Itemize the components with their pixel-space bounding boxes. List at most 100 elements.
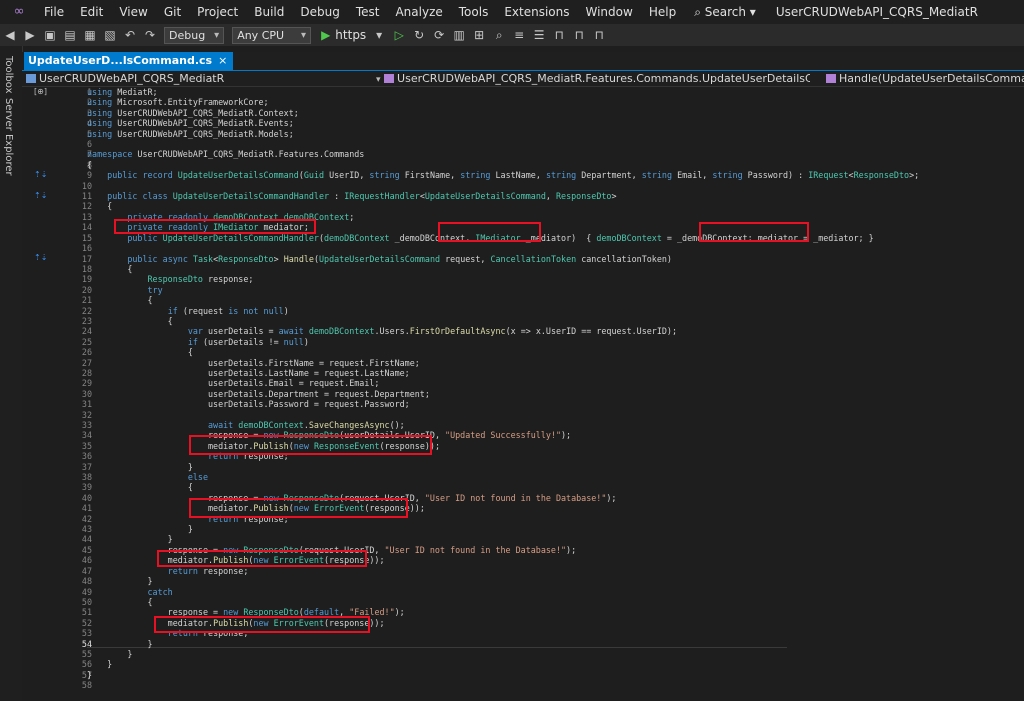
code-line[interactable]: userDetails.FirstName = request.FirstNam… [87,358,1017,368]
code-line[interactable]: { [87,295,1017,305]
code-line[interactable]: userDetails.Password = request.Password; [87,399,1017,409]
menu-extensions[interactable]: Extensions [496,5,577,19]
member-dropdown[interactable]: Handle(UpdateUserDetailsCommand request, [826,71,1024,86]
tab-update-user-details-command[interactable]: UpdateUserD...lsCommand.cs × [24,52,234,70]
save-icon[interactable]: ▦ [83,27,97,43]
code-line[interactable]: userDetails.Email = request.Email; [87,378,1017,388]
menu-view[interactable]: View [111,5,155,19]
code-line[interactable]: { [87,160,1017,170]
code-line[interactable]: { [87,264,1017,274]
code-line[interactable]: public class UpdateUserDetailsCommandHan… [87,191,1017,201]
code-line[interactable]: catch [87,587,1017,597]
code-line[interactable]: if (request is not null) [87,306,1017,316]
code-line[interactable]: } [87,462,1017,472]
menu-file[interactable]: File [36,5,72,19]
platform-select[interactable]: Any CPU [232,26,312,44]
code-line[interactable]: using MediatR; [87,87,1017,97]
menu-project[interactable]: Project [189,5,246,19]
code-line[interactable]: public UpdateUserDetailsCommandHandler(d… [87,233,1017,243]
code-line[interactable]: var userDetails = await demoDBContext.Us… [87,326,1017,336]
codelens-reference-icon[interactable]: ⇡⇣ [34,170,47,179]
menu-git[interactable]: Git [156,5,189,19]
code-line[interactable] [87,139,1017,149]
run-target-label[interactable]: https [335,27,366,43]
code-line[interactable]: return response; [87,566,1017,576]
code-line[interactable]: { [87,597,1017,607]
start-without-debugging-icon[interactable]: ▷ [392,27,406,43]
code-line[interactable] [87,243,1017,253]
find-icon[interactable]: ⌕ [492,27,506,43]
menu-debug[interactable]: Debug [292,5,347,19]
code-line[interactable]: } [87,639,1017,649]
navigate-back-icon[interactable]: ◀ [3,27,17,43]
code-line[interactable] [87,181,1017,191]
menu-tools[interactable]: Tools [451,5,497,19]
code-line[interactable]: else [87,472,1017,482]
type-dropdown[interactable]: ▾ UserCRUDWebAPI_CQRS_MediatR.Features.C… [372,71,810,86]
code-line[interactable]: namespace UserCRUDWebAPI_CQRS_MediatR.Fe… [87,149,1017,159]
code-line[interactable]: public record UpdateUserDetailsCommand(G… [87,170,1017,180]
menu-window[interactable]: Window [578,5,641,19]
code-line[interactable]: } [87,659,1017,669]
configuration-select[interactable]: Debug [164,26,225,44]
code-line[interactable]: if (userDetails != null) [87,337,1017,347]
code-line[interactable]: using UserCRUDWebAPI_CQRS_MediatR.Events… [87,118,1017,128]
menu-edit[interactable]: Edit [72,5,111,19]
solution-explorer-icon[interactable]: ▥ [452,27,466,43]
code-line[interactable]: try [87,285,1017,295]
code-line[interactable] [87,680,1017,690]
code-line[interactable]: { [87,482,1017,492]
line-number: 38 [81,472,92,483]
code-line[interactable]: userDetails.Department = request.Departm… [87,389,1017,399]
visual-studio-logo-icon[interactable]: ∞ [8,4,30,20]
run-target-dropdown-icon[interactable]: ▾ [372,27,386,43]
start-debugging-icon[interactable]: ▶ [321,28,330,42]
code-line[interactable]: } [87,649,1017,659]
code-line[interactable]: } [87,524,1017,534]
code-editor[interactable]: [⊕] ⇡⇣ ⇡⇣ ⇡⇣ 1 2 3 4 5 6 7 8 9 10 11 12 13 14 15 16 17 18… [22,87,1024,701]
code-line[interactable]: } [87,534,1017,544]
bookmark-icon[interactable]: ⊓ [552,27,566,43]
bookmark-prev-icon[interactable]: ⊓ [572,27,586,43]
undo-icon[interactable]: ↶ [123,27,137,43]
server-explorer-tab[interactable]: Server Explorer [3,98,14,176]
collapse-icon[interactable]: [⊕] [34,87,47,96]
code-text[interactable]: using MediatR; using Microsoft.EntityFram… [87,87,1017,691]
code-line[interactable]: userDetails.LastName = request.LastName; [87,368,1017,378]
toolbox-tab[interactable]: Toolbox [3,56,14,94]
code-line[interactable]: ResponseDto response; [87,274,1017,284]
hot-reload-icon[interactable]: ↻ [412,27,426,43]
code-line[interactable]: } [87,670,1017,680]
bookmark-next-icon[interactable]: ⊓ [592,27,606,43]
code-line[interactable]: using UserCRUDWebAPI_CQRS_MediatR.Models… [87,129,1017,139]
code-line[interactable]: { [87,316,1017,326]
menu-test[interactable]: Test [348,5,388,19]
codelens-reference-icon[interactable]: ⇡⇣ [34,191,47,200]
code-line[interactable]: { [87,347,1017,357]
comment-icon[interactable]: ≡ [512,27,526,43]
code-line[interactable]: await demoDBContext.SaveChangesAsync(); [87,420,1017,430]
refresh-icon[interactable]: ⟳ [432,27,446,43]
properties-icon[interactable]: ⊞ [472,27,486,43]
project-dropdown[interactable]: UserCRUDWebAPI_CQRS_MediatR [26,71,386,86]
line-number: 14 [81,222,92,233]
code-line[interactable]: using Microsoft.EntityFrameworkCore; [87,97,1017,107]
code-line[interactable]: public async Task<ResponseDto> Handle(Up… [87,254,1017,264]
search-box[interactable]: ⌕ Search ▾ [684,5,766,20]
open-folder-icon[interactable]: ▤ [63,27,77,43]
menu-build[interactable]: Build [246,5,292,19]
code-line[interactable]: { [87,201,1017,211]
close-icon[interactable]: × [218,54,227,67]
code-line[interactable]: } [87,576,1017,586]
uncomment-icon[interactable]: ☰ [532,27,546,43]
navigate-forward-icon[interactable]: ▶ [23,27,37,43]
new-item-icon[interactable]: ▣ [43,27,57,43]
redo-icon[interactable]: ↷ [143,27,157,43]
code-line[interactable] [87,410,1017,420]
line-number: 11 [81,191,92,202]
menu-analyze[interactable]: Analyze [387,5,450,19]
menu-help[interactable]: Help [641,5,684,19]
code-line[interactable]: using UserCRUDWebAPI_CQRS_MediatR.Contex… [87,108,1017,118]
codelens-reference-icon[interactable]: ⇡⇣ [34,253,47,262]
save-all-icon[interactable]: ▧ [103,27,117,43]
